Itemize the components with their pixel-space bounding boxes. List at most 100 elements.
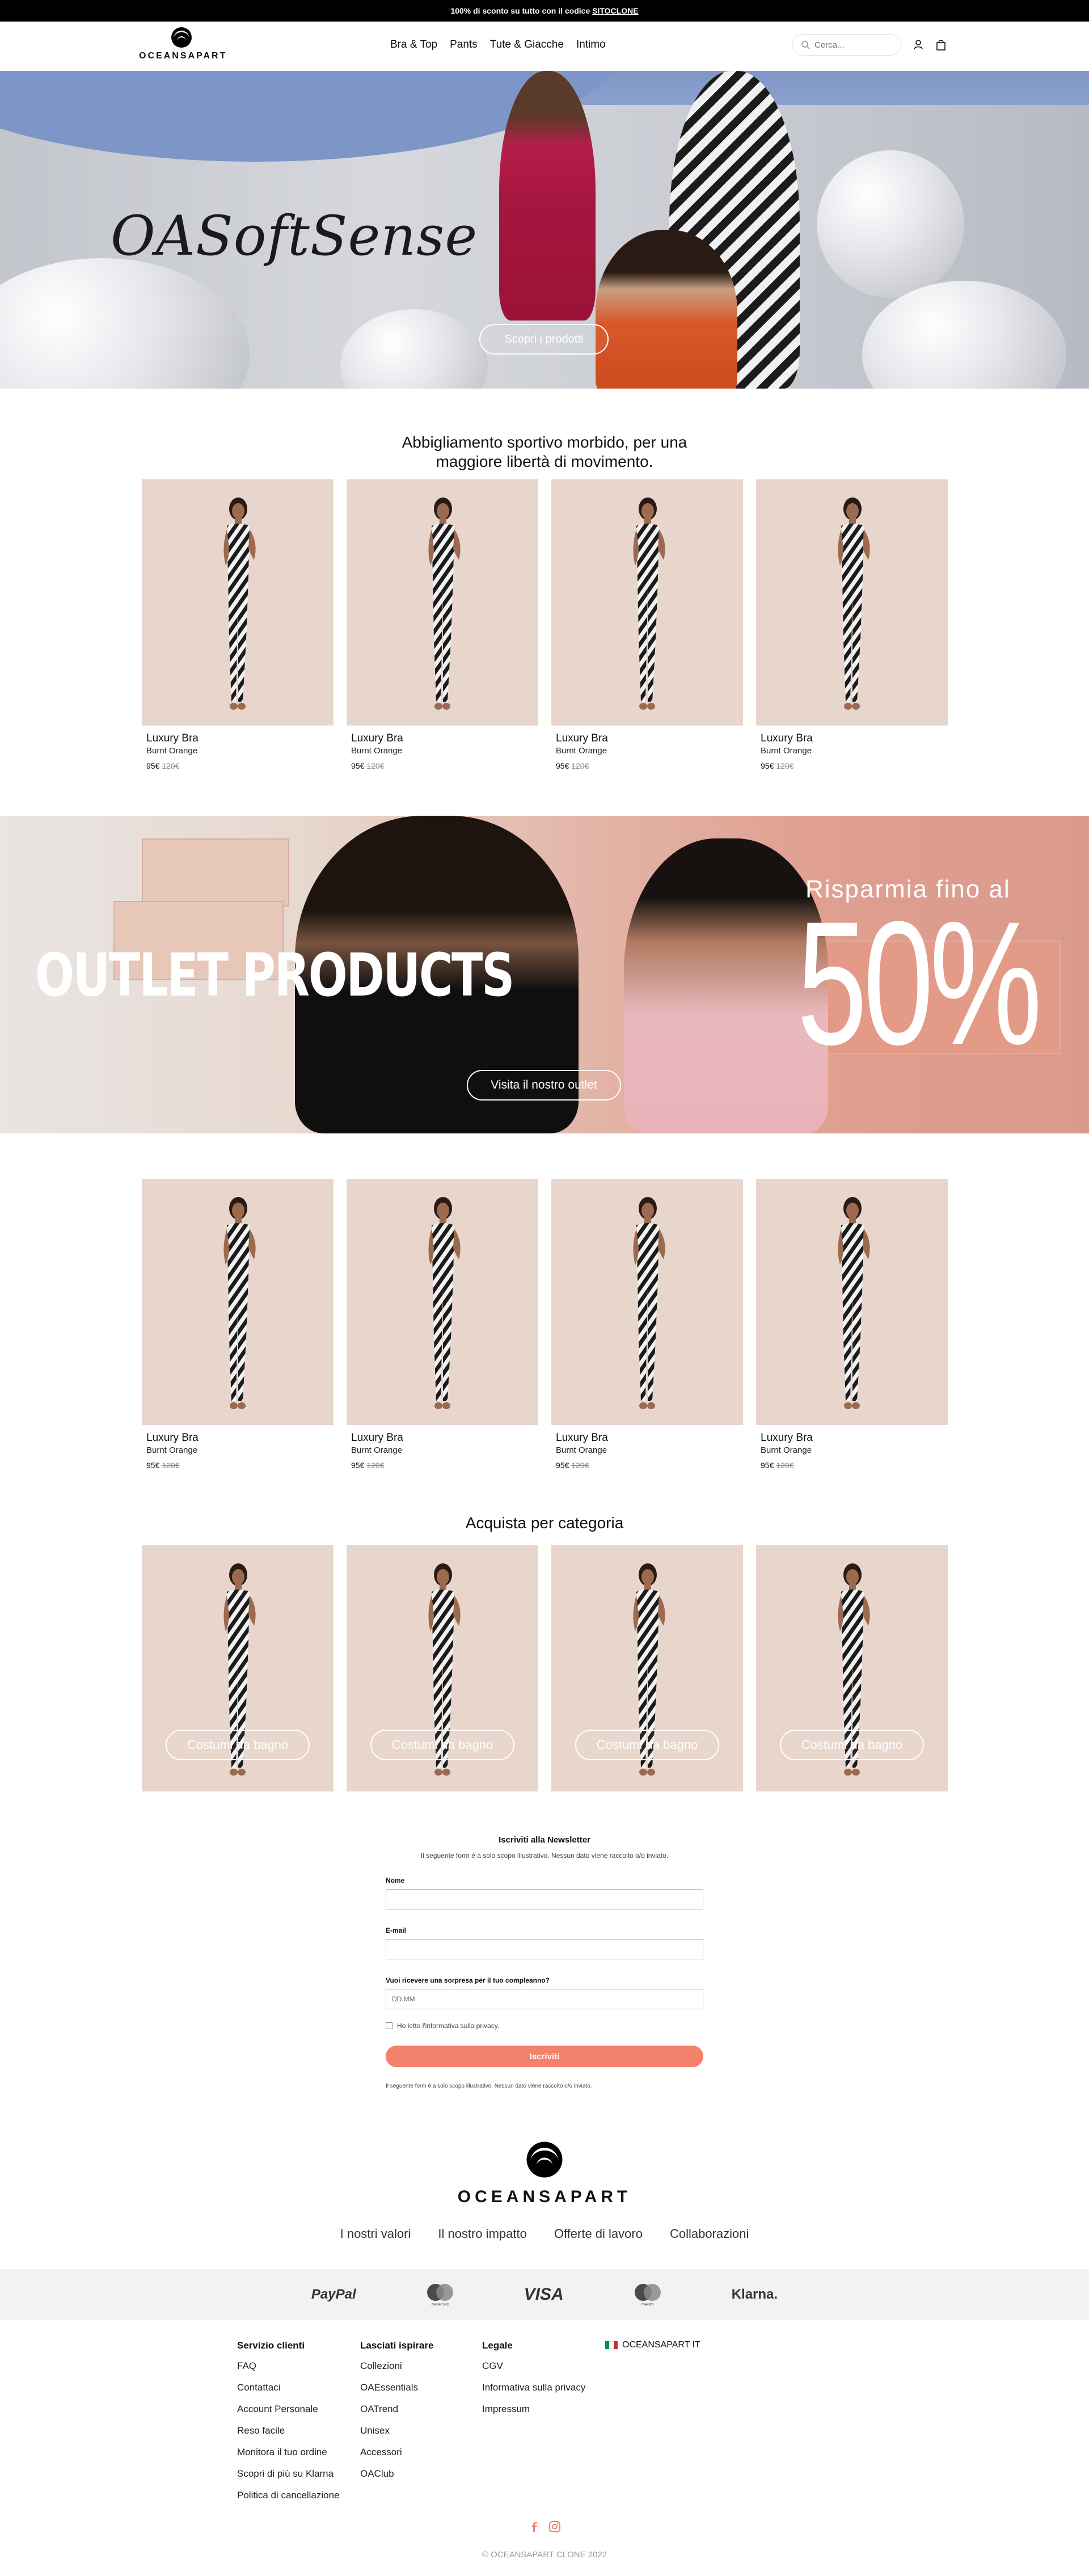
hero-cta-button[interactable]: Scopri i prodotti [479,324,609,355]
category-image[interactable]: Costumi da bagno [142,1545,334,1791]
model-figure-icon [428,498,461,710]
facebook-icon[interactable] [528,2520,541,2533]
name-field[interactable] [386,1889,703,1909]
footer-link[interactable]: Accessori [360,2447,433,2458]
visa-icon: VISA [524,2285,564,2304]
announcement-prefix: 100% di sconto su tutto con il codice [450,6,593,15]
category-card[interactable]: Costumi da bagno [551,1545,743,1791]
footer-link-values[interactable]: I nostri valori [340,2227,411,2241]
privacy-checkbox[interactable] [386,2022,392,2029]
product-card[interactable]: Luxury Bra Burnt Orange 95€ 120€ [756,1179,948,1470]
footer-link-jobs[interactable]: Offerte di lavoro [554,2227,643,2241]
category-card[interactable]: Costumi da bagno [756,1545,948,1791]
product-card[interactable]: Luxury Bra Burnt Orange 95€ 120€ [142,479,334,770]
price-current: 95€ [761,1461,774,1470]
region-selector[interactable]: OCEANSAPART IT [605,2340,700,2350]
price-old: 120€ [571,1461,589,1470]
category-button[interactable]: Costumi da bagno [780,1730,924,1760]
copyright: © OCEANSAPART CLONE 2022 [482,2550,607,2560]
footer-link[interactable]: Informativa sulla privacy [482,2382,585,2393]
product-image[interactable] [756,1179,948,1425]
category-card[interactable]: Costumi da bagno [347,1545,538,1791]
nav-tute-giacche[interactable]: Tute & Giacche [490,39,564,51]
payment-name: VISA [524,2285,564,2304]
product-image[interactable] [551,479,743,726]
model-figure-icon [633,1197,665,1409]
product-image[interactable] [756,479,948,726]
price-old: 120€ [162,761,180,770]
email-field[interactable] [386,1939,703,1959]
product-card[interactable]: Luxury Bra Burnt Orange 95€ 120€ [756,479,948,770]
footer-link[interactable]: Collezioni [360,2360,433,2372]
product-name[interactable]: Luxury Bra [347,732,538,745]
product-card[interactable]: Luxury Bra Burnt Orange 95€ 120€ [347,479,538,770]
category-button[interactable]: Costumi da bagno [166,1730,310,1760]
region-label: OCEANSAPART IT [622,2340,700,2350]
product-name[interactable]: Luxury Bra [142,1432,334,1444]
newsletter-description: Il seguente form è a solo scopo illustra… [420,1852,669,1860]
footer-link-collaborations[interactable]: Collaborazioni [670,2227,749,2241]
footer-link[interactable]: Impressum [482,2404,585,2415]
product-card[interactable]: Luxury Bra Burnt Orange 95€ 120€ [142,1179,334,1470]
product-image[interactable] [347,1179,538,1425]
footer-link[interactable]: Account Personale [237,2404,340,2415]
hero-banner: OASoftSense Scopri i prodotti [0,71,1089,389]
newsletter-title: Iscriviti alla Newsletter [499,1835,590,1845]
footer-link[interactable]: OAEssentials [360,2382,433,2393]
product-image[interactable] [142,479,334,726]
category-button[interactable]: Costumi da bagno [575,1730,719,1760]
footer-link[interactable]: OATrend [360,2404,433,2415]
footer-link[interactable]: FAQ [237,2360,340,2372]
product-image[interactable] [347,479,538,726]
category-image[interactable]: Costumi da bagno [756,1545,948,1791]
product-name[interactable]: Luxury Bra [142,732,334,745]
product-color: Burnt Orange [556,1445,607,1455]
price-current: 95€ [761,761,774,770]
privacy-checkbox-row[interactable]: Ho letto l'informativa sulla privacy. [386,2022,703,2030]
price-current: 95€ [351,761,365,770]
user-icon[interactable] [912,39,925,51]
model-figure-icon [223,1197,256,1409]
footer-link[interactable]: Politica di cancellazione [237,2490,340,2501]
footer-column: Legale CGV Informativa sulla privacy Imp… [482,2340,585,2425]
product-image[interactable] [142,1179,334,1425]
category-image[interactable]: Costumi da bagno [551,1545,743,1791]
product-card[interactable]: Luxury Bra Burnt Orange 95€ 120€ [551,479,743,770]
footer-link[interactable]: Monitora il tuo ordine [237,2447,340,2458]
logo[interactable]: OCEANSAPART [139,26,225,61]
footer-link[interactable]: Scopri di più su Klarna [237,2468,340,2480]
footer-link[interactable]: Contattaci [237,2382,340,2393]
footer-link[interactable]: Unisex [360,2425,433,2436]
footer-link[interactable]: Reso facile [237,2425,340,2436]
announcement-code[interactable]: SITOCLONE [592,6,638,15]
product-price: 95€ 120€ [551,761,743,770]
product-price: 95€ 120€ [347,761,538,770]
product-name[interactable]: Luxury Bra [756,1432,948,1444]
search-input[interactable] [814,40,888,50]
product-name[interactable]: Luxury Bra [347,1432,538,1444]
category-button[interactable]: Costumi da bagno [370,1730,514,1760]
product-name[interactable]: Luxury Bra [551,1432,743,1444]
price-current: 95€ [351,1461,365,1470]
product-card[interactable]: Luxury Bra Burnt Orange 95€ 120€ [347,1179,538,1470]
product-card[interactable]: Luxury Bra Burnt Orange 95€ 120€ [551,1179,743,1470]
price-old: 120€ [571,761,589,770]
outlet-cta-button[interactable]: Visita il nostro outlet [467,1070,621,1101]
footer-link[interactable]: CGV [482,2360,585,2372]
product-name[interactable]: Luxury Bra [756,732,948,745]
product-image[interactable] [551,1179,743,1425]
bag-icon[interactable] [935,39,947,51]
payment-name: PayPal [311,2287,356,2302]
nav-pants[interactable]: Pants [450,39,478,51]
footer-link[interactable]: OAClub [360,2468,433,2480]
category-image[interactable]: Costumi da bagno [347,1545,538,1791]
instagram-icon[interactable] [548,2520,561,2533]
nav-bra-top[interactable]: Bra & Top [390,39,437,51]
subscribe-button[interactable]: Iscriviti [386,2046,703,2067]
nav-intimo[interactable]: Intimo [576,39,606,51]
search-box[interactable] [792,34,901,56]
birthday-field[interactable]: DD.MM [386,1989,703,2009]
footer-link-impact[interactable]: Il nostro impatto [438,2227,527,2241]
category-card[interactable]: Costumi da bagno [142,1545,334,1791]
product-name[interactable]: Luxury Bra [551,732,743,745]
